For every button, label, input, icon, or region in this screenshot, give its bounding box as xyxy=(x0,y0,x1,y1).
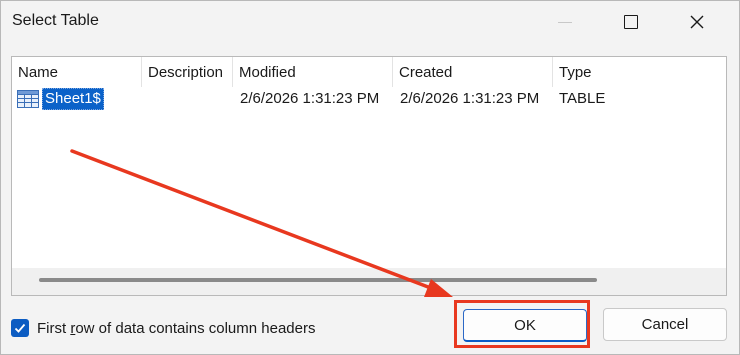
dialog-title: Select Table xyxy=(12,12,99,29)
ok-button[interactable]: OK xyxy=(463,309,587,342)
first-row-headers-option[interactable]: First row of data contains column header… xyxy=(11,319,315,337)
maximize-icon xyxy=(624,15,638,29)
minimize-button[interactable] xyxy=(542,1,588,43)
first-row-headers-checkbox[interactable] xyxy=(11,319,29,337)
row-name-label: Sheet1$ xyxy=(42,88,104,110)
table-icon xyxy=(17,90,39,108)
table-row[interactable]: Sheet1$ 2/6/2026 1:31:23 PM 2/6/2026 1:3… xyxy=(12,88,726,110)
column-header-type[interactable]: Type xyxy=(553,57,726,87)
close-button[interactable] xyxy=(674,1,720,43)
cancel-button[interactable]: Cancel xyxy=(603,308,727,341)
name-cell[interactable]: Sheet1$ xyxy=(12,88,142,110)
scrollbar-thumb[interactable] xyxy=(39,278,597,282)
checkmark-icon xyxy=(14,323,26,333)
column-header-description[interactable]: Description xyxy=(142,57,233,87)
minimize-icon xyxy=(558,21,572,23)
select-table-dialog: Select Table Name Description Modified C… xyxy=(0,0,740,355)
created-cell: 2/6/2026 1:31:23 PM xyxy=(400,90,540,107)
maximize-button[interactable] xyxy=(608,1,654,43)
first-row-headers-label: First row of data contains column header… xyxy=(37,319,316,337)
table-list[interactable]: Name Description Modified Created Type S… xyxy=(11,56,727,296)
column-header-name[interactable]: Name xyxy=(12,57,142,87)
column-header-modified[interactable]: Modified xyxy=(233,57,393,87)
horizontal-scrollbar[interactable] xyxy=(12,268,726,295)
modified-cell: 2/6/2026 1:31:23 PM xyxy=(240,90,380,107)
close-icon xyxy=(690,15,704,29)
column-header-created[interactable]: Created xyxy=(393,57,553,87)
title-bar: Select Table xyxy=(1,1,739,43)
description-cell xyxy=(142,88,233,110)
list-header: Name Description Modified Created Type xyxy=(12,57,726,87)
type-cell: TABLE xyxy=(559,90,606,107)
